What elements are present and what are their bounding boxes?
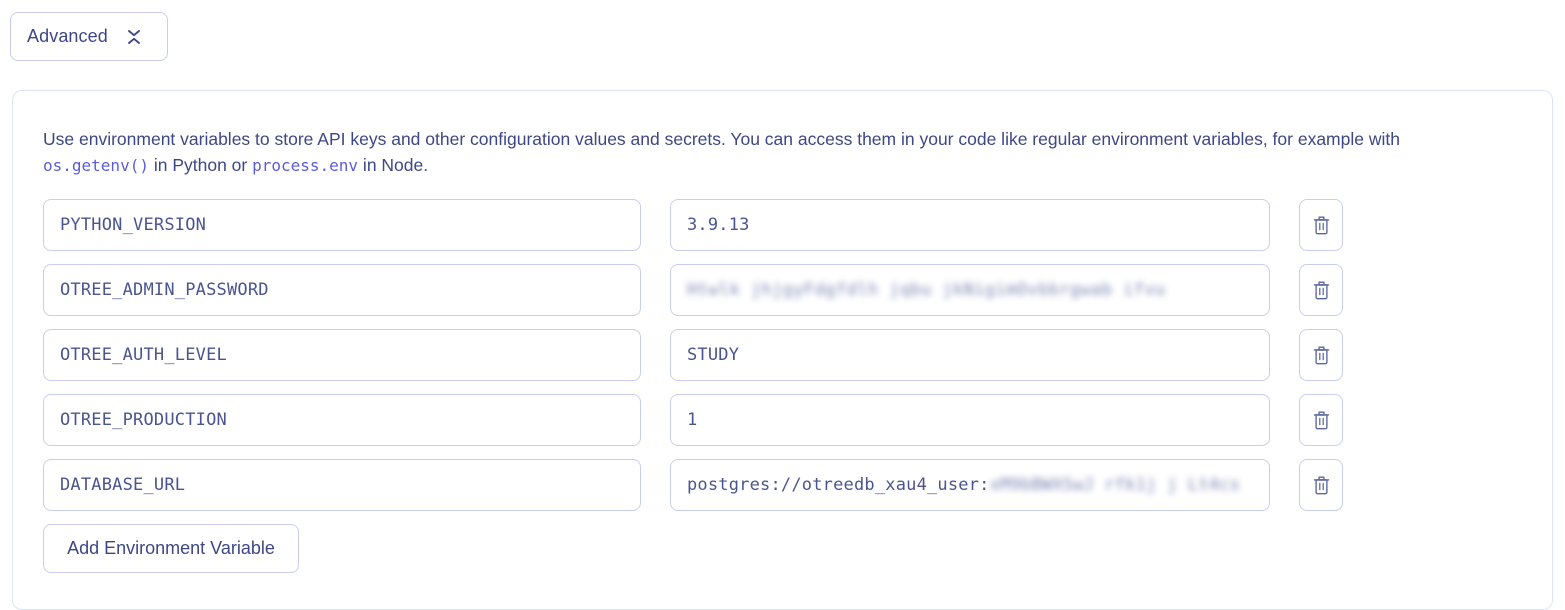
intro-part-2: in Python or xyxy=(148,155,253,175)
advanced-toggle-label: Advanced xyxy=(27,26,108,46)
env-value-input[interactable]: 1 xyxy=(670,394,1270,446)
env-value-input[interactable]: 3.9.13 xyxy=(670,199,1270,251)
trash-icon xyxy=(1312,280,1331,301)
env-value-input[interactable]: postgres://otreedb_xau4_user: xM9bBWXSwJ … xyxy=(670,459,1270,511)
env-key-input[interactable]: DATABASE_URL xyxy=(43,459,641,511)
delete-env-var-button[interactable] xyxy=(1299,329,1343,381)
collapse-icon xyxy=(126,28,142,46)
env-key-input[interactable]: OTREE_AUTH_LEVEL xyxy=(43,329,641,381)
intro-part-1: Use environment variables to store API k… xyxy=(43,129,1400,149)
intro-text: Use environment variables to store API k… xyxy=(43,126,1493,179)
env-key-input[interactable]: OTREE_ADMIN_PASSWORD xyxy=(43,264,641,316)
env-value-input[interactable]: Htwlk jhjgyFdgfdlh jqbu jkNigimOvbbrgwab… xyxy=(670,264,1270,316)
masked-secret-suffix: xM9bBWXSwJ rfk1j j Lt4cs xyxy=(989,475,1241,495)
advanced-toggle-button[interactable]: Advanced xyxy=(10,12,168,61)
code-os-getenv: os.getenv() xyxy=(43,156,149,175)
trash-icon xyxy=(1312,475,1331,496)
delete-env-var-button[interactable] xyxy=(1299,394,1343,446)
env-vars-page: Advanced Use environment variables to st… xyxy=(0,0,1565,610)
env-key-input[interactable]: OTREE_PRODUCTION xyxy=(43,394,641,446)
masked-secret-value: Htwlk jhjgyFdgfdlh jqbu jkNigimOvbbrgwab… xyxy=(687,280,1166,300)
delete-env-var-button[interactable] xyxy=(1299,264,1343,316)
code-process-env: process.env xyxy=(252,156,359,175)
trash-icon xyxy=(1312,410,1331,431)
env-value-input[interactable]: STUDY xyxy=(670,329,1270,381)
intro-part-3: in Node. xyxy=(358,155,429,175)
delete-env-var-button[interactable] xyxy=(1299,199,1343,251)
table-row: OTREE_PRODUCTION 1 xyxy=(43,394,1523,446)
table-row: OTREE_ADMIN_PASSWORD Htwlk jhjgyFdgfdlh … xyxy=(43,264,1523,316)
trash-icon xyxy=(1312,215,1331,236)
env-vars-list: PYTHON_VERSION 3.9.13 OTREE_ADMIN_PASSWO… xyxy=(43,199,1523,573)
env-value-visible-part: postgres://otreedb_xau4_user: xyxy=(687,475,990,495)
env-key-input[interactable]: PYTHON_VERSION xyxy=(43,199,641,251)
add-environment-variable-button[interactable]: Add Environment Variable xyxy=(43,524,299,573)
env-vars-card: Use environment variables to store API k… xyxy=(12,90,1553,610)
table-row: PYTHON_VERSION 3.9.13 xyxy=(43,199,1523,251)
delete-env-var-button[interactable] xyxy=(1299,459,1343,511)
trash-icon xyxy=(1312,345,1331,366)
table-row: DATABASE_URL postgres://otreedb_xau4_use… xyxy=(43,459,1523,511)
table-row: OTREE_AUTH_LEVEL STUDY xyxy=(43,329,1523,381)
